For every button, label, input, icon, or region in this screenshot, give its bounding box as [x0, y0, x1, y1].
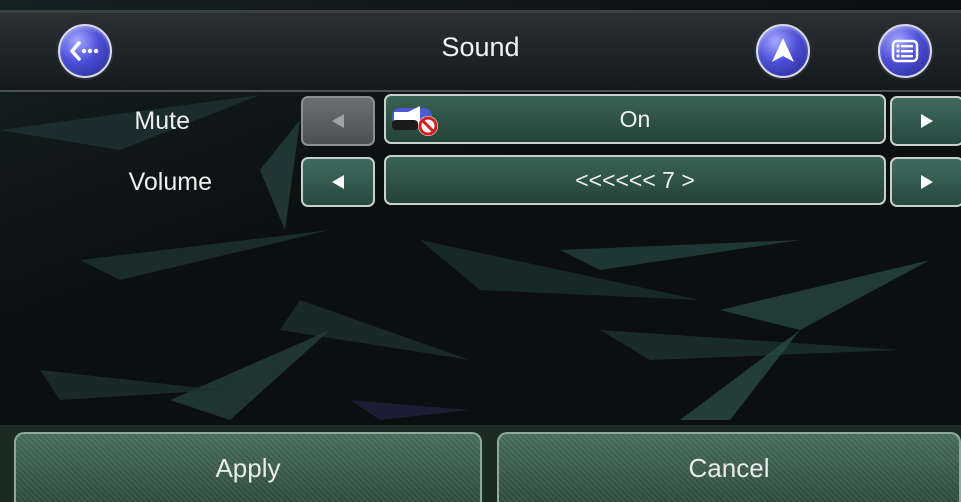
mute-next-button[interactable] [890, 96, 961, 146]
title-bar: Sound [0, 10, 961, 92]
volume-value: <<<<<< 7 > [575, 167, 695, 193]
menu-button[interactable] [878, 24, 932, 78]
sound-settings-screen: Sound Mute On Volume <<<<<< 7 > Apply Ca… [0, 0, 961, 502]
list-menu-icon [891, 39, 919, 63]
navigate-button[interactable] [756, 24, 810, 78]
volume-value-box[interactable]: <<<<<< 7 > [384, 155, 886, 205]
mute-prev-button[interactable] [301, 96, 375, 146]
speaker-muted-icon [392, 106, 438, 136]
cancel-button[interactable]: Cancel [497, 432, 961, 502]
volume-next-button[interactable] [890, 157, 961, 207]
apply-button[interactable]: Apply [14, 432, 482, 502]
mute-value: On [619, 106, 651, 132]
volume-prev-button[interactable] [301, 157, 375, 207]
volume-label: Volume [128, 168, 212, 196]
mute-value-box[interactable]: On [384, 94, 886, 144]
page-title: Sound [441, 32, 520, 62]
mute-label: Mute [134, 107, 190, 135]
arrow-left-icon [332, 175, 344, 189]
arrow-left-icon [332, 114, 344, 128]
navigation-arrow-icon [772, 38, 794, 62]
arrow-right-icon [921, 175, 933, 189]
arrow-right-icon [921, 114, 933, 128]
